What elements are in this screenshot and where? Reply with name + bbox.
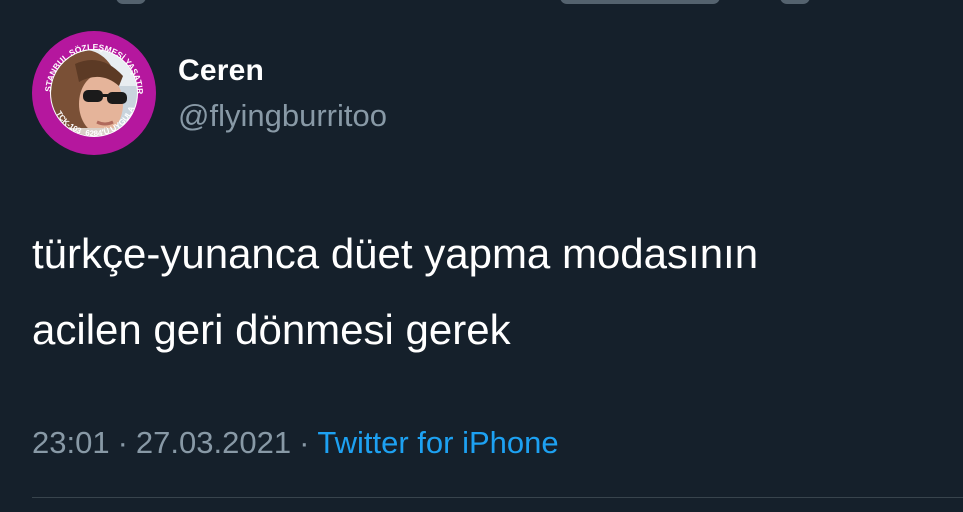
tweet-date[interactable]: 27.03.2021 xyxy=(136,425,291,460)
divider xyxy=(32,497,963,498)
previous-row-cut-off xyxy=(0,0,963,4)
tweet-time[interactable]: 23:01 xyxy=(32,425,110,460)
tweet-text-line: türkçe-yunanca düet yapma modasının xyxy=(32,230,759,277)
avatar[interactable]: İSTANBUL SÖZLEŞMESİ YAŞATIR TCK-103 6284… xyxy=(31,30,157,156)
meta-separator: · xyxy=(299,425,310,460)
tweet-metadata: 23:01 · 27.03.2021 · Twitter for iPhone xyxy=(32,425,559,461)
author-handle[interactable]: @flyingburritoo xyxy=(178,98,387,134)
author-display-name[interactable]: Ceren xyxy=(178,54,264,88)
tweet-text: türkçe-yunanca düet yapma modasının acil… xyxy=(32,216,957,368)
tweet-detail-view: İSTANBUL SÖZLEŞMESİ YAŞATIR TCK-103 6284… xyxy=(0,0,963,512)
avatar-image: İSTANBUL SÖZLEŞMESİ YAŞATIR TCK-103 6284… xyxy=(31,30,156,155)
tweet-source-link[interactable]: Twitter for iPhone xyxy=(317,425,558,460)
tweet-text-line: acilen geri dönmesi gerek xyxy=(32,306,511,353)
meta-separator: · xyxy=(117,425,128,460)
